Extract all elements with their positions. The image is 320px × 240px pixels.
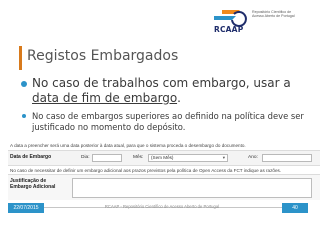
bullet-dot-icon (22, 114, 26, 118)
bullet-1-text-after: . (177, 91, 181, 105)
bullet-2-text: No caso de embargos superiores ao defini… (32, 111, 304, 132)
rcaap-logo: RCAAP Repositório Científico de Acesso A… (208, 6, 318, 38)
month-select-value: (Sem Mês) (151, 155, 174, 160)
logo-subtitle-line-2: Acesso Aberto de Portugal (252, 14, 295, 19)
bullet-list: No caso de trabalhos com embargo, usar a… (19, 76, 315, 132)
slide-title: Registos Embargados (27, 48, 179, 64)
day-input[interactable] (92, 154, 122, 162)
embargo-form-screenshot: A data a preencher será uma data posteri… (2, 142, 320, 201)
page-number-badge: 40 (282, 203, 308, 213)
bullet-item-1: No caso de trabalhos com embargo, usar a… (19, 76, 315, 106)
bullet-item-2: No caso de embargos superiores ao defini… (19, 111, 315, 132)
logo-subtitle: Repositório Científico de Acesso Aberto … (252, 10, 314, 19)
form-note-2: No caso de necessitar de definir um emba… (10, 168, 282, 173)
embargo-date-label: Data de Embargo (10, 154, 52, 160)
footer-caption: RCAAP - Repositório Científico de Acesso… (104, 204, 220, 209)
logo-name: RCAAP (214, 25, 244, 34)
bullet-1-underlined-text: data de fim de embargo (32, 91, 178, 105)
bullet-1-text-before: No caso de trabalhos com embargo, usar a (32, 76, 291, 90)
slide-footer: 22/07/2015 RCAAP - Repositório Científic… (0, 200, 320, 240)
title-accent-bar (19, 46, 22, 70)
footer-date-badge: 22/07/2015 (8, 203, 44, 213)
justification-label-line-2: Embargo Adicional (10, 184, 56, 190)
day-label: Dia: (81, 155, 90, 160)
slide: RCAAP Repositório Científico de Acesso A… (0, 0, 320, 240)
form-note-1: A data a preencher será uma data posteri… (10, 143, 246, 148)
year-input[interactable] (262, 154, 312, 162)
chevron-down-icon: ▾ (222, 155, 225, 160)
justification-textarea[interactable] (72, 178, 312, 198)
year-label: Ano: (248, 155, 258, 160)
month-label: Mês: (133, 155, 144, 160)
justification-row: Justificação de Embargo Adicional (8, 174, 320, 201)
embargo-date-row: Data de Embargo Dia: Mês: (Sem Mês) ▾ An… (8, 150, 320, 166)
month-select[interactable]: (Sem Mês) ▾ (148, 154, 228, 162)
bullet-dot-icon (21, 81, 27, 87)
